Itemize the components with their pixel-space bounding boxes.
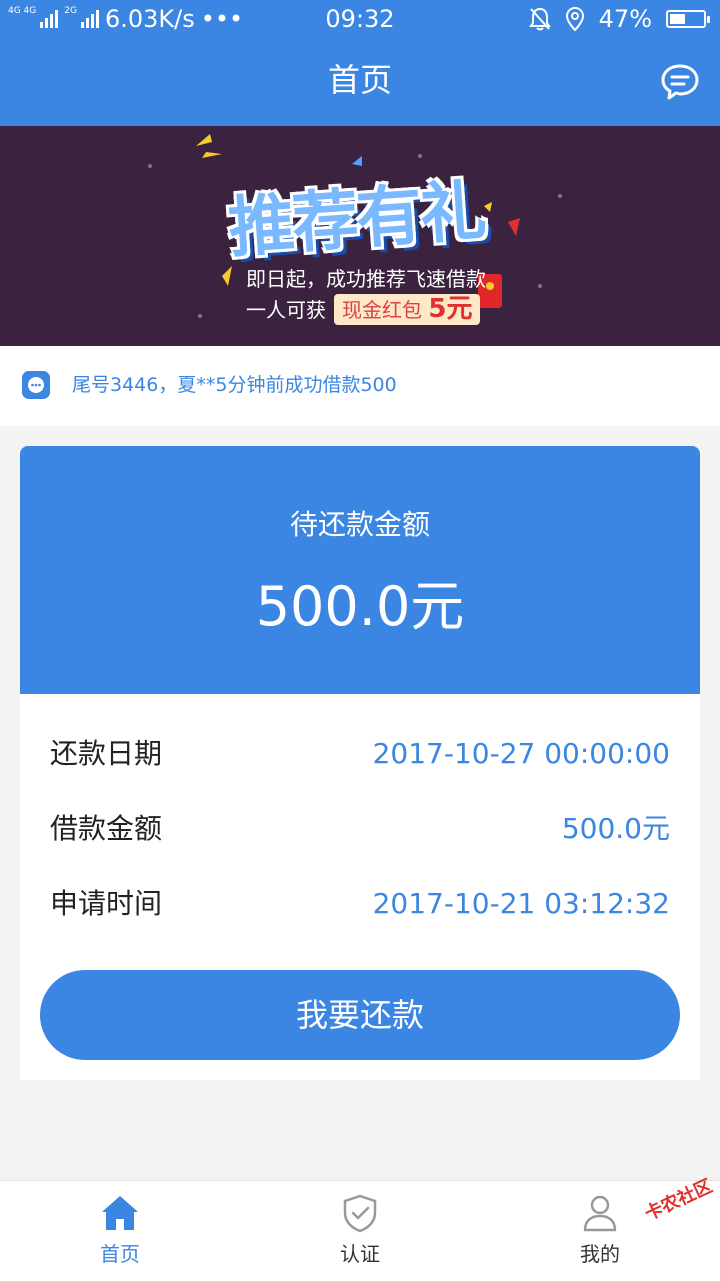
page-title: 首页 (327, 61, 392, 99)
repay-detail-card: 还款日期 2017-10-27 00:00:00 借款金额 500.0元 申请时… (20, 694, 700, 1080)
notice-text: 尾号3446，夏**5分钟前成功借款500 (72, 374, 397, 396)
banner-pill-text: 现金红包 (342, 298, 422, 322)
detail-key: 借款金额 (50, 812, 163, 845)
pending-amount-label: 待还款金额 (289, 508, 430, 541)
notice-bar: 尾号3446，夏**5分钟前成功借款500 (0, 346, 720, 426)
detail-value: 2017-10-21 03:12:32 (372, 887, 670, 920)
detail-key: 还款日期 (50, 737, 163, 770)
tab-label: 我的 (580, 1242, 620, 1266)
status-right: 47% (528, 4, 710, 34)
chat-bubble-icon[interactable] (660, 62, 700, 102)
detail-value: 2017-10-27 00:00:00 (372, 737, 670, 770)
detail-key: 申请时间 (50, 887, 163, 920)
home-icon (102, 1196, 138, 1230)
battery-percent: 47% (598, 5, 652, 33)
banner-line2-prefix: 一人可获 (246, 297, 326, 322)
chat-bubble-icon (22, 371, 50, 399)
tab-label: 首页 (100, 1242, 140, 1266)
user-icon (583, 1195, 617, 1232)
detail-row-loan-amount: 借款金额 500.0元 (50, 809, 670, 849)
bell-mute-icon (528, 7, 551, 31)
tab-verify[interactable]: 认证 (240, 1181, 480, 1281)
pending-amount-value: 500.0元 (255, 575, 465, 638)
location-icon (565, 7, 584, 31)
detail-value: 500.0元 (561, 812, 670, 845)
detail-row-due-date: 还款日期 2017-10-27 00:00:00 (50, 734, 670, 774)
banner-pill-amount: 5元 (428, 294, 473, 324)
promo-banner[interactable]: 推荐有礼 即日起，成功推荐飞速借款 一人可获 现金红包 5元 (0, 126, 720, 346)
battery-icon (666, 10, 710, 28)
repay-button[interactable]: 我要还款 (40, 970, 680, 1060)
detail-row-apply-time: 申请时间 2017-10-21 03:12:32 (50, 884, 670, 924)
tab-home[interactable]: 首页 (0, 1181, 240, 1281)
banner-line1: 即日起，成功推荐飞速借款 (246, 267, 486, 291)
repay-summary-card: 待还款金额 500.0元 (20, 446, 700, 694)
tab-label: 认证 (340, 1242, 380, 1266)
bottom-tabbar: 首页 认证 我的 (0, 1180, 720, 1281)
banner-line2: 一人可获 现金红包 5元 (246, 294, 481, 325)
banner-pill: 现金红包 5元 (334, 294, 481, 325)
battery-fill (670, 14, 685, 24)
status-bar: 4G 4G 2G 6.03K/s ••• 09:32 47% (0, 0, 720, 38)
banner-title: 推荐有礼 (226, 172, 487, 267)
shield-check-icon (343, 1194, 377, 1233)
